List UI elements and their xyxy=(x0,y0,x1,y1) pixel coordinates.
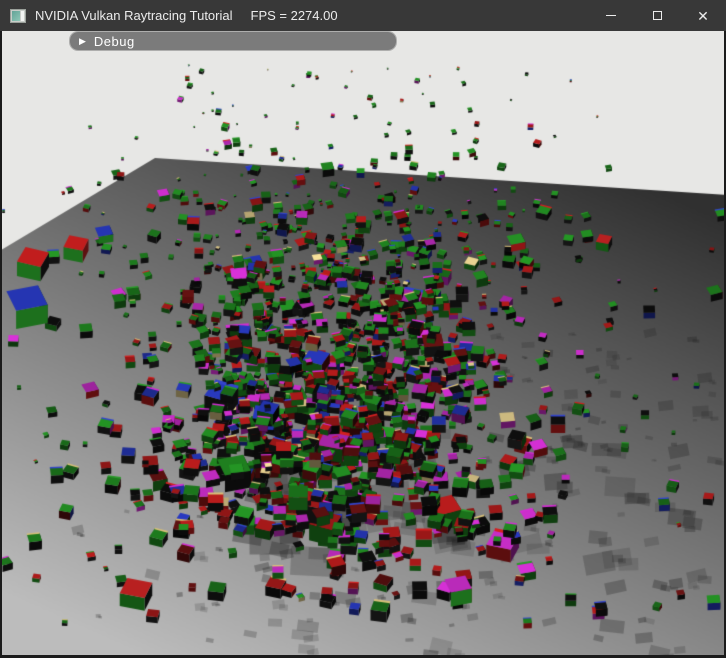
render-viewport: ▶ Debug xyxy=(2,31,724,655)
maximize-icon xyxy=(653,11,662,20)
window-title: NVIDIA Vulkan Raytracing Tutorial xyxy=(35,8,233,23)
minimize-icon xyxy=(606,15,616,16)
title-bar[interactable]: NVIDIA Vulkan Raytracing Tutorial FPS = … xyxy=(0,0,726,31)
collapse-arrow-icon: ▶ xyxy=(79,37,86,46)
close-icon: ✕ xyxy=(697,9,709,23)
window-controls: ✕ xyxy=(588,0,726,31)
debug-panel-header[interactable]: ▶ Debug xyxy=(70,32,396,50)
app-icon-strip xyxy=(21,11,24,21)
app-icon-pane xyxy=(12,11,20,21)
debug-panel-label: Debug xyxy=(94,34,135,49)
raytraced-scene-canvas[interactable] xyxy=(2,31,724,655)
app-window: NVIDIA Vulkan Raytracing Tutorial FPS = … xyxy=(0,0,726,658)
fps-counter: FPS = 2274.00 xyxy=(251,8,338,23)
close-button[interactable]: ✕ xyxy=(680,0,726,31)
minimize-button[interactable] xyxy=(588,0,634,31)
maximize-button[interactable] xyxy=(634,0,680,31)
app-icon xyxy=(10,9,26,23)
